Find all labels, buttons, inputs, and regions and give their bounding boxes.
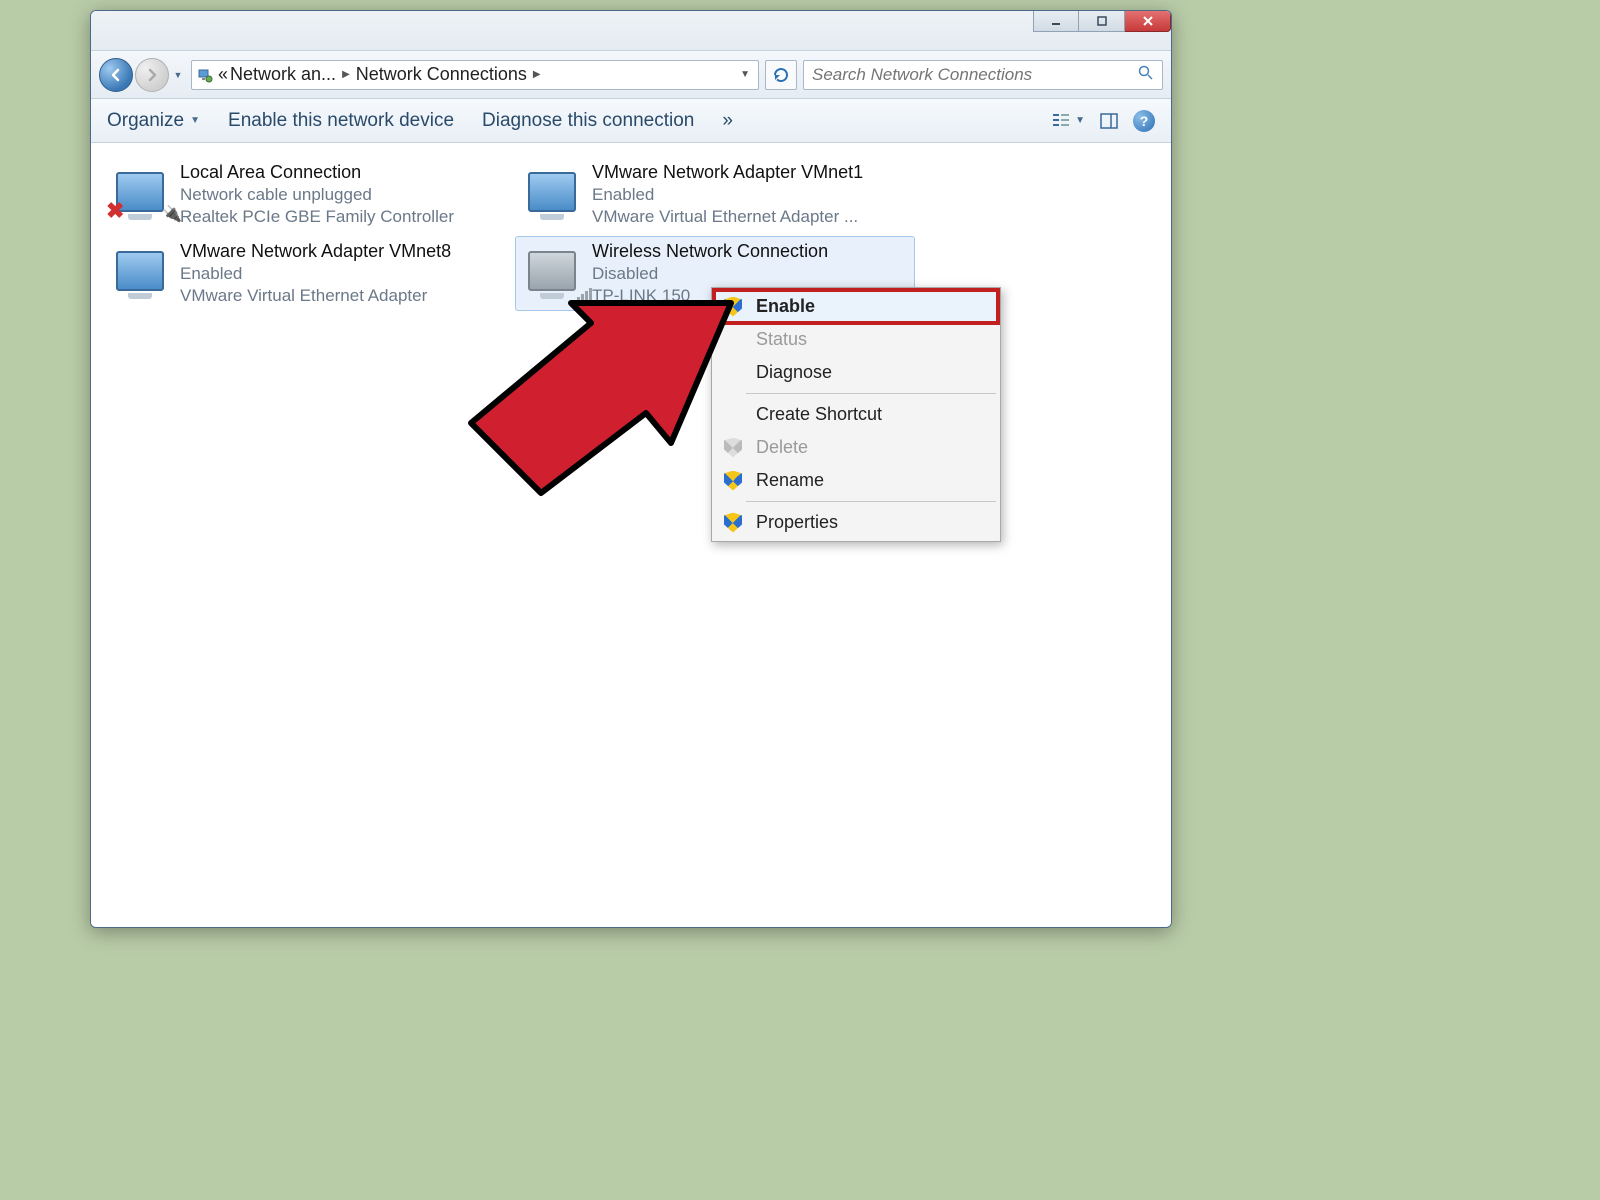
search-icon	[1138, 65, 1154, 84]
shield-icon	[720, 297, 746, 317]
toolbar-right: ▼ ?	[1051, 110, 1155, 132]
organize-label: Organize	[107, 110, 184, 132]
preview-pane-button[interactable]	[1099, 111, 1119, 131]
connection-status: Enabled	[592, 185, 863, 205]
connection-status: Disabled	[592, 264, 828, 284]
breadcrumb: « Network an... ▶ Network Connections ▶ …	[218, 64, 754, 85]
nav-history-dropdown[interactable]: ▼	[171, 63, 185, 87]
network-icon	[110, 241, 170, 301]
view-options-button[interactable]: ▼	[1051, 111, 1085, 131]
search-box[interactable]	[803, 60, 1163, 90]
address-dropdown-icon[interactable]: ▼	[736, 69, 754, 80]
connection-item[interactable]: VMware Network Adapter VMnet8 Enabled VM…	[103, 236, 503, 311]
chevron-right-icon[interactable]: ▶	[338, 69, 354, 80]
location-icon	[196, 66, 214, 84]
chevron-down-icon: ▼	[1075, 115, 1085, 126]
shield-icon	[720, 471, 746, 491]
context-menu: Enable Status Diagnose Create Shortcut D…	[711, 287, 1001, 542]
back-button[interactable]	[99, 58, 133, 92]
context-menu-diagnose[interactable]: Diagnose	[714, 356, 998, 389]
enable-device-label: Enable this network device	[228, 110, 454, 132]
help-button[interactable]: ?	[1133, 110, 1155, 132]
navigation-row: ▼ « Network an... ▶ Network Connections …	[91, 51, 1171, 99]
connection-device: Realtek PCIe GBE Family Controller	[180, 207, 454, 227]
context-menu-rename[interactable]: Rename	[714, 464, 998, 497]
content-area: ✖ 🔌 Local Area Connection Network cable …	[91, 143, 1171, 927]
breadcrumb-level-1[interactable]: Network an...	[230, 64, 336, 85]
nav-buttons: ▼	[99, 58, 185, 92]
connection-device: VMware Virtual Ethernet Adapter ...	[592, 207, 863, 227]
connection-device: VMware Virtual Ethernet Adapter	[180, 286, 451, 306]
context-menu-create-shortcut[interactable]: Create Shortcut	[714, 398, 998, 431]
search-input[interactable]	[812, 65, 1138, 85]
breadcrumb-level-2[interactable]: Network Connections	[356, 64, 527, 85]
cable-icon: 🔌	[162, 204, 182, 224]
shield-icon	[720, 513, 746, 533]
connection-item[interactable]: ✖ 🔌 Local Area Connection Network cable …	[103, 157, 503, 232]
network-icon	[522, 241, 582, 301]
connection-title: VMware Network Adapter VMnet8	[180, 241, 451, 262]
context-menu-properties[interactable]: Properties	[714, 506, 998, 539]
connection-item[interactable]: VMware Network Adapter VMnet1 Enabled VM…	[515, 157, 915, 232]
wifi-signal-icon	[573, 288, 592, 305]
shield-icon	[720, 438, 746, 458]
explorer-window: ▼ « Network an... ▶ Network Connections …	[90, 10, 1172, 928]
titlebar	[91, 11, 1171, 51]
connection-status: Network cable unplugged	[180, 185, 454, 205]
context-menu-status: Status	[714, 323, 998, 356]
context-menu-enable[interactable]: Enable	[714, 290, 998, 323]
toolbar-overflow[interactable]: »	[722, 110, 733, 132]
organize-menu[interactable]: Organize ▼	[107, 110, 200, 132]
toolbar: Organize ▼ Enable this network device Di…	[91, 99, 1171, 143]
menu-separator	[746, 393, 996, 394]
connection-status: Enabled	[180, 264, 451, 284]
network-icon	[522, 162, 582, 222]
enable-device-button[interactable]: Enable this network device	[228, 110, 454, 132]
connection-title: VMware Network Adapter VMnet1	[592, 162, 863, 183]
window-controls	[1033, 10, 1171, 32]
maximize-button[interactable]	[1079, 10, 1125, 32]
diagnose-connection-button[interactable]: Diagnose this connection	[482, 110, 694, 132]
forward-button[interactable]	[135, 58, 169, 92]
connection-title: Wireless Network Connection	[592, 241, 828, 262]
error-x-icon: ✖	[106, 198, 124, 224]
refresh-button[interactable]	[765, 60, 797, 90]
connection-title: Local Area Connection	[180, 162, 454, 183]
menu-separator	[746, 501, 996, 502]
diagnose-label: Diagnose this connection	[482, 110, 694, 132]
breadcrumb-overflow[interactable]: «	[218, 64, 228, 85]
network-icon: ✖ 🔌	[110, 162, 170, 222]
chevron-down-icon: ▼	[190, 115, 200, 126]
context-menu-delete: Delete	[714, 431, 998, 464]
chevron-right-icon[interactable]: ▶	[529, 69, 545, 80]
minimize-button[interactable]	[1033, 10, 1079, 32]
address-bar[interactable]: « Network an... ▶ Network Connections ▶ …	[191, 60, 759, 90]
close-button[interactable]	[1125, 10, 1171, 32]
